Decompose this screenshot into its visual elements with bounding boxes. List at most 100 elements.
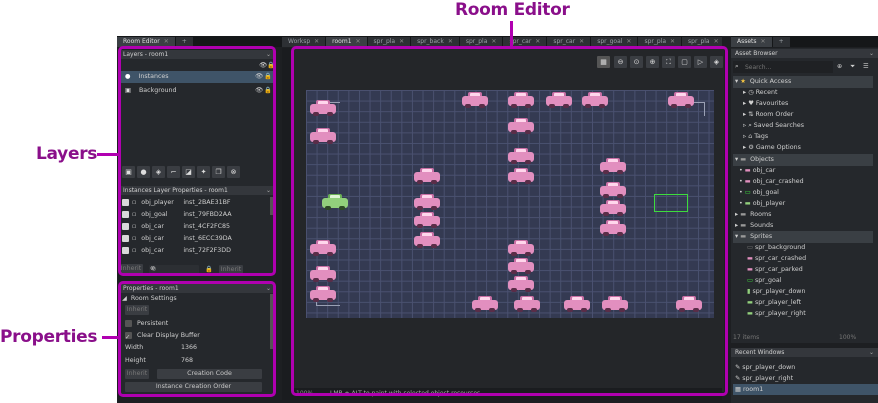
grid-icon[interactable]: ▦ [597,56,610,68]
car-instance[interactable] [308,100,338,116]
goal-instance[interactable] [654,194,688,212]
chevron-down-icon[interactable]: ⌄ [869,348,874,357]
tab-room1[interactable]: room1 ✕ [326,37,367,47]
checkbox[interactable] [122,222,129,230]
zoom-out-icon[interactable]: ⊖ [614,56,627,68]
car-instance[interactable] [674,296,704,312]
search-input[interactable] [745,62,831,72]
clear-icon[interactable]: ⊗ [150,263,160,275]
car-instance[interactable] [412,168,442,184]
eye-icon[interactable]: 👁 [255,85,263,97]
add-asset-icon[interactable]: ⊕ [837,61,847,73]
filter-icon[interactable]: ⏷ [850,61,860,73]
list-item[interactable]: ▫ obj_car inst_72F2F3DD [122,245,268,257]
add-folder-icon[interactable]: ❐ [212,166,225,178]
car-instance[interactable] [412,212,442,228]
add-tab-button[interactable]: + [175,37,193,47]
close-icon[interactable]: ✕ [356,37,361,47]
chevron-down-icon[interactable]: ⌄ [266,50,271,59]
car-instance[interactable] [598,158,628,174]
car-instance[interactable] [512,296,542,312]
car-instance[interactable] [544,92,574,108]
zoom-in-icon[interactable]: ⊕ [646,56,659,68]
add-effect-layer-icon[interactable]: ✦ [197,166,210,178]
lock-icon[interactable]: 🔒 [264,71,272,83]
add-background-layer-icon[interactable]: ▣ [122,166,135,178]
room-canvas[interactable] [306,90,714,318]
quick-item-game-options[interactable]: ▸ ⚙ Game Options [743,142,863,154]
inherit-button[interactable]: Inherit [219,265,243,275]
lock-icon[interactable]: 🔒 [264,85,272,97]
add-path-layer-icon[interactable]: ⌐ [167,166,180,178]
width-field[interactable]: 1366 [181,342,221,354]
car-instance[interactable] [562,296,592,312]
asset-search[interactable]: ⌕ [733,61,833,73]
menu-icon[interactable]: ☰ [863,61,873,73]
close-icon[interactable]: ✕ [626,37,631,47]
close-icon[interactable]: ✕ [448,37,453,47]
room-settings-section[interactable]: ◢ Room Settings [122,293,262,305]
instance-list-scrollbar[interactable] [270,197,273,215]
list-item[interactable]: ▫ obj_player inst_2BAE31BF [122,197,268,209]
recent-window-item[interactable]: ▦ room1 [733,384,878,395]
clear-display-checkbox[interactable]: ✓ [125,331,132,341]
list-item[interactable]: ▫ obj_goal inst_79FBD2AA [122,209,268,221]
tab-workspace[interactable]: Worksp ✕ [282,37,326,47]
layers-view-icon[interactable]: ◈ [710,56,723,68]
tab-sprite[interactable]: spr_pla ✕ [459,37,503,47]
car-instance[interactable] [666,92,696,108]
height-field[interactable]: 768 [181,355,221,367]
fit-view-icon[interactable]: ⛶ [662,56,675,68]
room-viewport[interactable]: ▦ ⊖ ⊙ ⊕ ⛶ ▢ ▷ ◈ [294,48,724,392]
tab-sprite[interactable]: spr_car ✕ [547,37,591,47]
tab-sprite[interactable]: spr_back ✕ [411,37,459,47]
add-tab-button[interactable]: + [772,37,790,47]
player-car-instance[interactable] [320,194,350,210]
creation-code-button[interactable]: Creation Code [157,369,262,379]
zoom-reset-icon[interactable]: ⊙ [630,56,643,68]
close-icon[interactable]: ✕ [535,37,540,47]
car-instance[interactable] [600,296,630,312]
tab-sprite[interactable]: spr_pla ✕ [367,37,411,47]
close-icon[interactable]: ✕ [670,37,675,47]
persistent-checkbox[interactable] [125,319,132,327]
car-instance[interactable] [598,182,628,198]
list-item[interactable]: ▫ obj_car inst_6ECC39DA [122,233,268,245]
car-instance[interactable] [580,92,610,108]
chevron-down-icon[interactable]: ⌄ [266,284,271,293]
delete-layer-icon[interactable]: ⊗ [227,166,240,178]
lock-icon[interactable]: 🔒 [205,264,213,276]
car-instance[interactable] [506,258,536,274]
close-icon[interactable]: ✕ [579,37,584,47]
car-instance[interactable] [598,200,628,216]
car-instance[interactable] [470,296,500,312]
inherit-code-button[interactable]: Inherit [125,369,149,379]
inherit-layer-button[interactable]: Inherit [119,264,143,274]
view-frame-icon[interactable]: ▢ [678,56,691,68]
car-instance[interactable] [506,276,536,292]
car-instance[interactable] [506,148,536,164]
car-instance[interactable] [308,128,338,144]
properties-scrollbar[interactable] [270,294,273,349]
chevron-down-icon[interactable]: ⌄ [266,186,271,195]
car-instance[interactable] [506,92,536,108]
car-instance[interactable] [308,266,338,282]
add-instance-layer-icon[interactable]: ● [137,166,150,178]
car-instance[interactable] [460,92,490,108]
car-instance[interactable] [506,118,536,134]
car-instance[interactable] [506,240,536,256]
asset-item-sprite[interactable]: ▬ spr_player_right [747,308,869,320]
add-tile-layer-icon[interactable]: ◪ [182,166,195,178]
tab-room-editor[interactable]: Room Editor ✕ [117,37,175,47]
close-icon[interactable]: ✕ [714,37,719,47]
layer-row-background[interactable]: ▣ Background 👁 🔒 [119,85,275,97]
tab-assets[interactable]: Assets ✕ [731,37,772,47]
checkbox[interactable] [122,234,129,242]
list-item[interactable]: ▫ obj_car inst_4CF2FC85 [122,221,268,233]
add-asset-layer-icon[interactable]: ◈ [152,166,165,178]
close-icon[interactable]: ✕ [314,37,319,47]
clear-display-option[interactable]: ✓ Clear Display Buffer [125,330,255,342]
close-icon[interactable]: ✕ [761,37,766,47]
car-instance[interactable] [598,220,628,236]
layer-row-instances[interactable]: ● Instances 👁 🔒 [119,71,275,83]
